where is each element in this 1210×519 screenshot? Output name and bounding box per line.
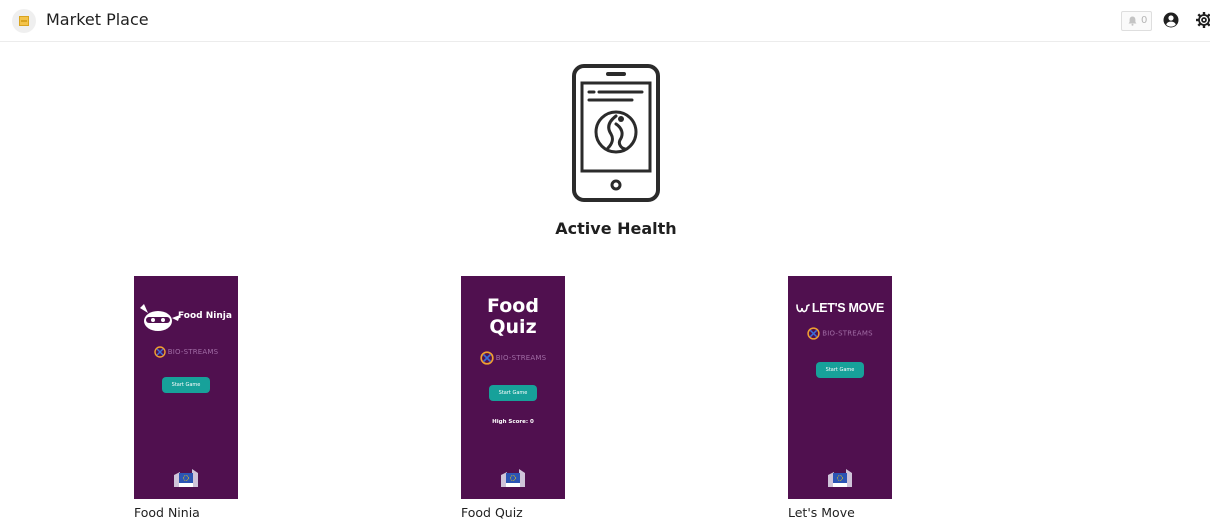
app-logo-icon[interactable] bbox=[12, 9, 36, 33]
app-card-lets-move[interactable]: LET'S MOVE BIO-STREAMS Start Game Let's … bbox=[788, 276, 892, 519]
brand-name: BIO-STREAMS bbox=[822, 329, 873, 338]
hero-title: Active Health bbox=[555, 219, 677, 238]
brand-name: BIO-STREAMS bbox=[495, 354, 547, 362]
high-score: High Score: 0 bbox=[492, 419, 534, 425]
swirl-icon bbox=[796, 303, 810, 312]
thumb-title: Food Ninja bbox=[178, 311, 232, 321]
brand-logo: BIO-STREAMS bbox=[134, 346, 238, 358]
brand-logo: BIO-STREAMS bbox=[461, 351, 565, 365]
eu-flag-icon bbox=[501, 469, 525, 487]
app-thumbnail[interactable]: LET'S MOVE BIO-STREAMS Start Game bbox=[788, 276, 892, 499]
bell-icon bbox=[1128, 16, 1137, 26]
notifications-button[interactable]: 0 bbox=[1121, 11, 1152, 31]
eu-flag-icon bbox=[174, 469, 198, 487]
ninja-icon bbox=[140, 304, 180, 331]
start-game-button[interactable]: Start Game bbox=[489, 385, 537, 401]
start-game-button[interactable]: Start Game bbox=[162, 377, 210, 393]
app-name[interactable]: Food Quiz bbox=[461, 505, 523, 519]
user-icon[interactable] bbox=[1163, 12, 1179, 28]
top-bar: Market Place 0 bbox=[0, 0, 1210, 42]
app-name[interactable]: Let's Move bbox=[788, 505, 855, 519]
app-thumbnail[interactable]: Food Ninja BIO-STREAMS Start Game bbox=[134, 276, 238, 499]
phone-app-icon bbox=[572, 64, 660, 202]
brand-logo: BIO-STREAMS bbox=[788, 327, 892, 340]
bio-streams-logo-icon bbox=[807, 327, 820, 340]
thumb-title: Food Quiz bbox=[487, 295, 539, 338]
start-game-button[interactable]: Start Game bbox=[816, 362, 864, 378]
bio-streams-logo-icon bbox=[154, 346, 166, 358]
brand-name: BIO-STREAMS bbox=[167, 348, 219, 356]
eu-flag-icon bbox=[828, 469, 852, 487]
notification-count: 0 bbox=[1141, 15, 1148, 26]
app-card-food-ninja[interactable]: Food Ninja BIO-STREAMS Start Game Food N… bbox=[134, 276, 238, 519]
gear-icon[interactable] bbox=[1195, 11, 1210, 29]
bio-streams-logo-icon bbox=[480, 351, 494, 365]
page-title: Market Place bbox=[46, 10, 149, 29]
app-card-food-quiz[interactable]: Food Quiz BIO-STREAMS Start Game High Sc… bbox=[461, 276, 565, 519]
app-thumbnail[interactable]: Food Quiz BIO-STREAMS Start Game High Sc… bbox=[461, 276, 565, 499]
app-name[interactable]: Food Ninia bbox=[134, 505, 200, 519]
thumb-title: LET'S MOVE bbox=[788, 301, 892, 315]
